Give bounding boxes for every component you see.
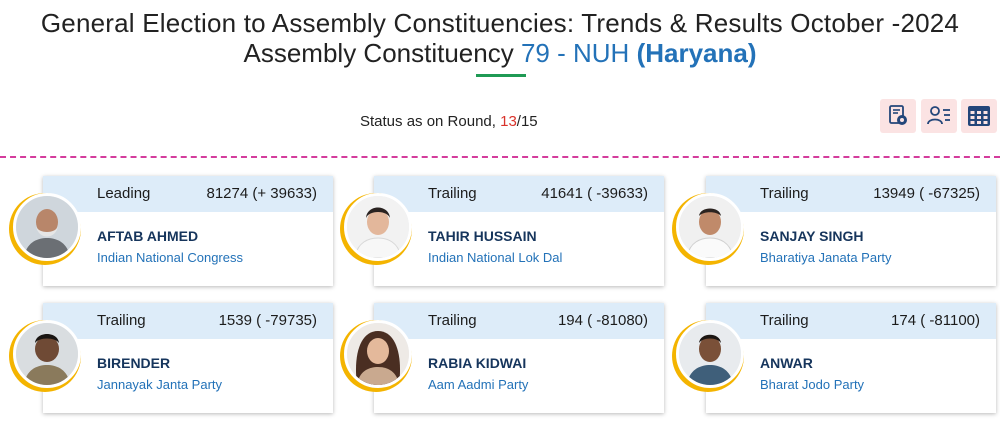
candidate-card[interactable]: Leading 81274 (+ 39633) AFTAB AHMED Indi… [43, 176, 333, 286]
candidate-party: Jannayak Janta Party [97, 377, 223, 392]
candidate-name: SANJAY SINGH [760, 228, 864, 244]
candidate-status: Trailing [428, 185, 477, 202]
candidate-card[interactable]: Trailing 1539 ( -79735) BIRENDER Jannaya… [43, 303, 333, 413]
candidate-status: Leading [97, 185, 151, 202]
candidate-photo [672, 193, 744, 265]
person-icon [679, 196, 741, 258]
candidate-card[interactable]: Trailing 13949 ( -67325) SANJAY SINGH Bh… [706, 176, 996, 286]
page-title: General Election to Assembly Constituenc… [40, 8, 960, 38]
candidate-photo [672, 320, 744, 392]
candidate-name: TAHIR HUSSAIN [428, 228, 537, 244]
candidate-votes: 1539 ( -79735) [218, 312, 317, 329]
table-view-icon [967, 105, 991, 127]
candidate-list-icon [927, 105, 951, 127]
person-icon [16, 196, 78, 258]
title-underline [476, 74, 526, 77]
candidate-photo [340, 320, 412, 392]
candidate-party: Bharat Jodo Party [760, 377, 865, 392]
candidate-votes: 81274 (+ 39633) [206, 185, 317, 202]
person-icon [347, 323, 409, 385]
candidate-name: ANWAR [760, 355, 813, 371]
constituency-map-button[interactable] [880, 99, 916, 133]
candidate-votes: 41641 ( -39633) [541, 185, 648, 202]
candidate-status: Trailing [97, 312, 146, 329]
candidate-votes: 194 ( -81080) [557, 312, 648, 329]
constituency-title: Assembly Constituency 79 - NUH (Haryana) [0, 38, 1000, 69]
candidate-list-button[interactable] [921, 99, 957, 133]
state-name: (Haryana) [636, 38, 757, 68]
candidate-name: RABIA KIDWAI [428, 355, 527, 371]
constituency-name: 79 - NUH [520, 38, 630, 68]
candidate-status: Trailing [428, 312, 477, 329]
candidate-status: Trailing [760, 312, 809, 329]
candidate-photo [9, 320, 81, 392]
candidate-photo [9, 193, 81, 265]
candidate-status: Trailing [760, 185, 809, 202]
candidate-card[interactable]: Trailing 194 ( -81080) RABIA KIDWAI Aam … [374, 303, 664, 413]
constituency-map-icon [887, 104, 909, 128]
section-divider [0, 156, 1000, 158]
candidate-card[interactable]: Trailing 41641 ( -39633) TAHIR HUSSAIN I… [374, 176, 664, 286]
candidate-name: BIRENDER [97, 355, 171, 371]
candidate-party: Aam Aadmi Party [428, 377, 529, 392]
candidate-party: Indian National Congress [97, 250, 243, 265]
round-status-label: Status as on Round, [360, 113, 496, 130]
candidate-name: AFTAB AHMED [97, 228, 199, 244]
table-view-button[interactable] [961, 99, 997, 133]
round-status: Status as on Round, 13/15 [360, 113, 538, 130]
person-icon [16, 323, 78, 385]
candidate-party: Bharatiya Janata Party [760, 250, 892, 265]
candidate-votes: 13949 ( -67325) [873, 185, 980, 202]
total-rounds: 15 [520, 113, 538, 130]
constituency-prefix: Assembly Constituency [243, 38, 514, 68]
person-icon [679, 323, 741, 385]
candidate-card[interactable]: Trailing 174 ( -81100) ANWAR Bharat Jodo… [706, 303, 996, 413]
current-round: 13 [500, 113, 517, 130]
candidate-photo [340, 193, 412, 265]
candidate-party: Indian National Lok Dal [428, 250, 563, 265]
candidate-votes: 174 ( -81100) [891, 312, 980, 329]
person-icon [347, 196, 409, 258]
